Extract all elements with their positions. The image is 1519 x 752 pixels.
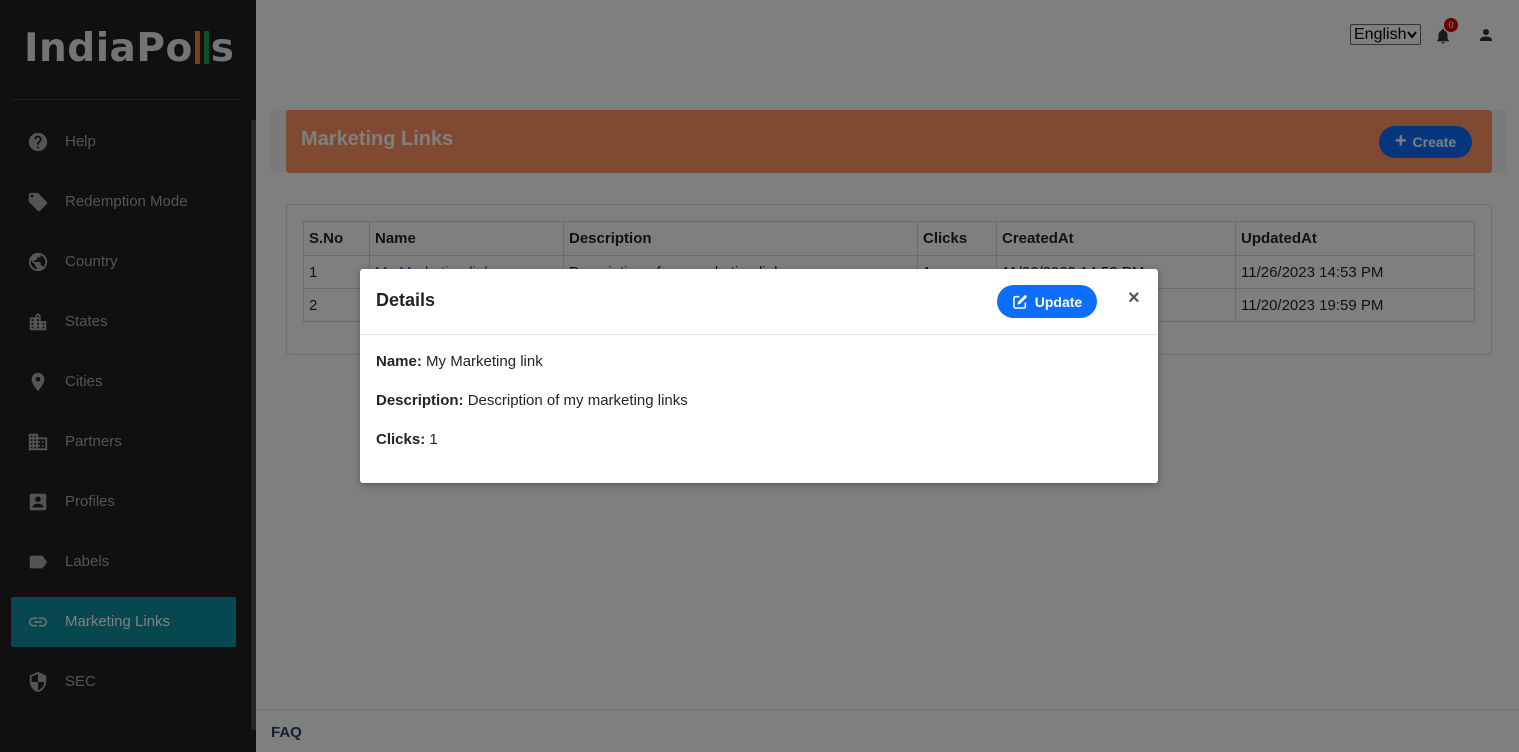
modal-header: Details Update × xyxy=(360,269,1158,335)
detail-label: Name: xyxy=(376,353,422,370)
details-modal: Details Update × Name: My Marketing link… xyxy=(360,269,1158,483)
modal-title: Details xyxy=(376,290,436,310)
detail-value: My Marketing link xyxy=(426,353,543,370)
detail-clicks: Clicks: 1 xyxy=(376,431,688,449)
modal-body: Name: My Marketing link Description: Des… xyxy=(376,353,688,470)
detail-label: Clicks: xyxy=(376,431,426,448)
detail-label: Description: xyxy=(376,392,464,409)
close-icon[interactable]: × xyxy=(1128,287,1140,310)
update-button-label: Update xyxy=(1034,293,1083,310)
detail-name: Name: My Marketing link xyxy=(376,353,688,371)
detail-value: 1 xyxy=(429,431,438,448)
detail-description: Description: Description of my marketing… xyxy=(376,392,688,410)
edit-icon xyxy=(1012,294,1027,309)
update-button[interactable]: Update xyxy=(997,285,1097,318)
detail-value: Description of my marketing links xyxy=(467,392,688,409)
